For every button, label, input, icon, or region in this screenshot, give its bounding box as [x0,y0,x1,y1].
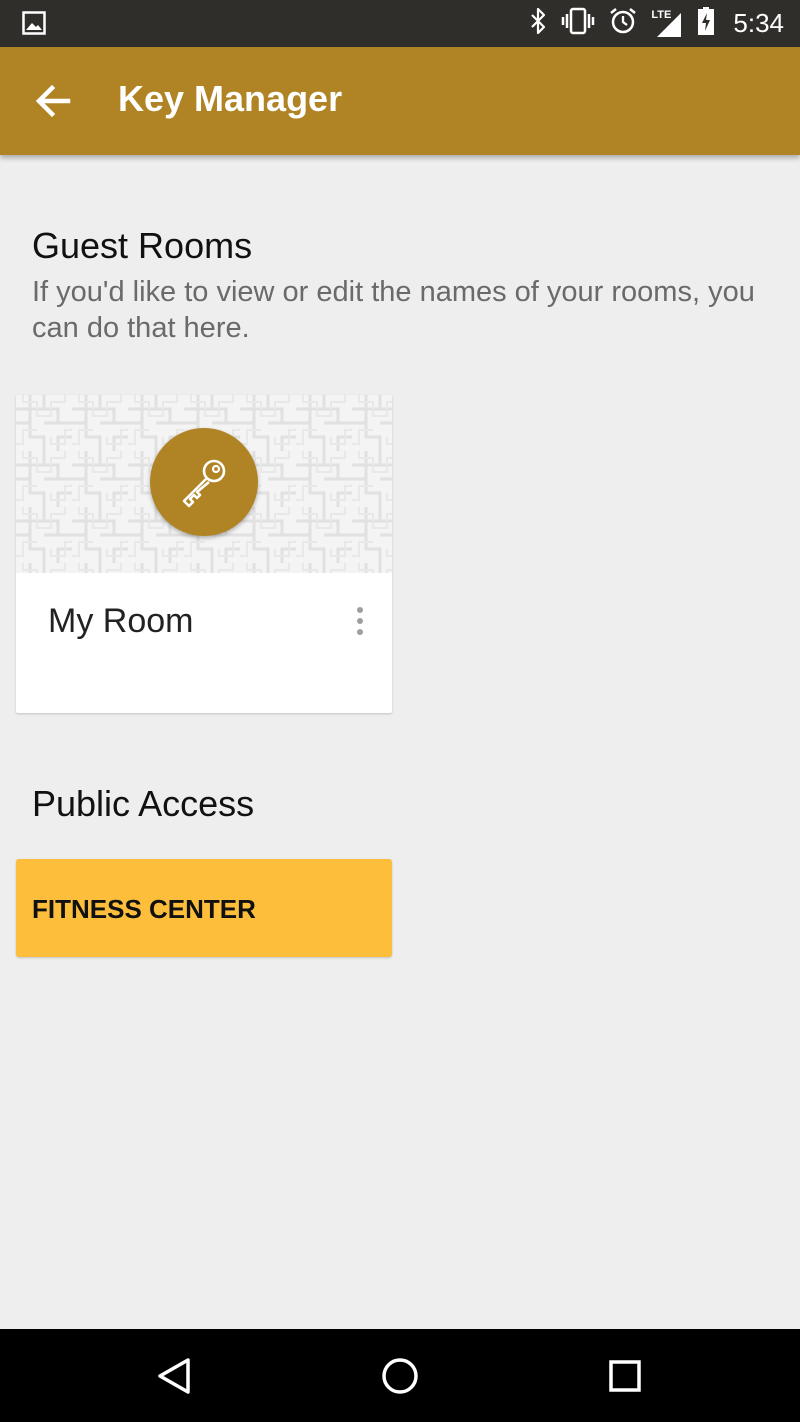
more-vert-icon [346,603,374,639]
home-circle-icon [373,1358,427,1407]
page-title: Key Manager [118,78,343,119]
bluetooth-icon [529,7,547,40]
key-badge [150,428,258,536]
fitness-center-button[interactable]: FITNESS CENTER [16,859,392,957]
battery-icon [697,6,715,41]
room-options-button[interactable] [346,603,374,639]
guest-rooms-description: If you'd like to view or edit the names … [32,276,755,344]
app-bar: Key Manager [0,47,800,155]
back-button[interactable] [24,75,84,127]
fitness-center-label: FITNESS CENTER [32,894,256,924]
alarm-icon [609,7,637,40]
back-triangle-icon [148,1358,202,1407]
image-notification-icon [22,11,46,40]
signal-icon: LTE [651,9,683,39]
arrow-back-icon [24,84,84,131]
navigation-bar [0,1329,800,1422]
vibrate-icon [561,7,595,40]
nav-recents-button[interactable] [598,1349,652,1403]
room-name: My Room [48,602,194,640]
recents-square-icon [598,1360,652,1407]
card-pattern-background [16,395,392,573]
nav-home-button[interactable] [373,1349,427,1403]
status-icons: LTE 5:34 [529,0,784,47]
status-bar: LTE 5:34 [0,0,800,47]
nav-back-button[interactable] [148,1349,202,1403]
status-time: 5:34 [733,8,784,38]
room-card[interactable]: My Room [16,395,392,713]
guest-rooms-heading: Guest Rooms [32,225,253,266]
public-access-heading: Public Access [32,783,255,824]
